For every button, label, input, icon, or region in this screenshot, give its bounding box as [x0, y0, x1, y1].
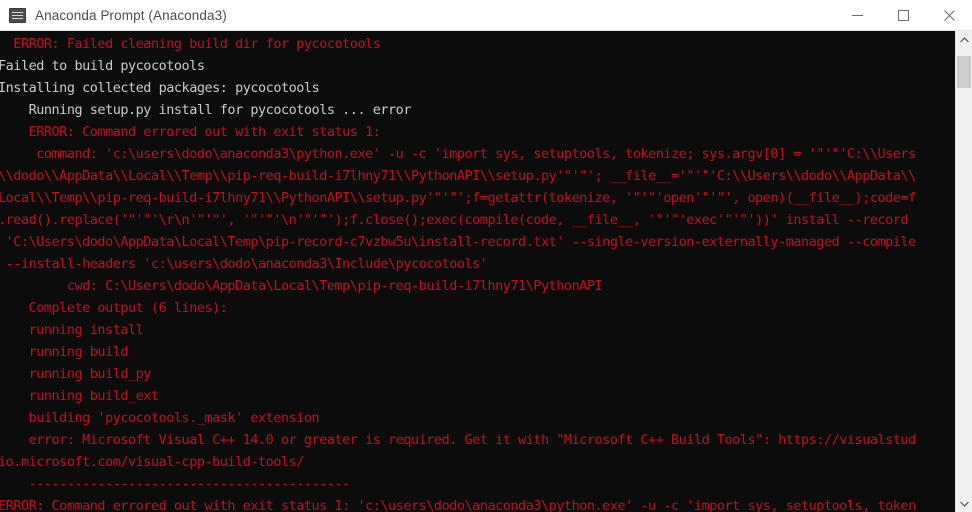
terminal-line: command: 'c:\users\dodo\anaconda3\python…	[0, 146, 916, 162]
terminal-line: ERROR: Command errored out with exit sta…	[0, 498, 916, 512]
minimize-icon	[851, 15, 863, 16]
title-bar: Anaconda Prompt (Anaconda3)	[0, 0, 972, 31]
vertical-scrollbar[interactable]	[955, 31, 972, 512]
close-icon	[943, 10, 955, 21]
terminal-line: Local\\Temp\\pip-req-build-i7lhny71\\Pyt…	[0, 190, 916, 206]
anaconda-prompt-window: Anaconda Prompt (Anaconda3) ERROR: Faile…	[0, 0, 972, 512]
close-button[interactable]	[926, 0, 972, 31]
title-bar-left: Anaconda Prompt (Anaconda3)	[0, 0, 227, 30]
terminal-line: ERROR: Command errored out with exit sta…	[0, 124, 381, 140]
scroll-up-button[interactable]	[956, 31, 972, 48]
window-controls	[834, 0, 972, 30]
console-icon	[9, 7, 26, 23]
terminal-line: \\dodo\\AppData\\Local\\Temp\\pip-req-bu…	[0, 168, 916, 184]
terminal-line: running build_ext	[0, 388, 160, 404]
terminal-line: running build	[0, 344, 129, 360]
terminal-line: building 'pycocotools._mask' extension	[0, 410, 320, 426]
console-area: ERROR: Failed cleaning build dir for pyc…	[0, 31, 972, 512]
scroll-down-arrow-icon	[959, 501, 969, 507]
terminal-output[interactable]: ERROR: Failed cleaning build dir for pyc…	[0, 31, 955, 512]
terminal-lines: ERROR: Failed cleaning build dir for pyc…	[0, 33, 955, 512]
terminal-line: .read().replace('"'"'\r\n'"'"', '"'"'\n'…	[0, 212, 909, 228]
maximize-button[interactable]	[880, 0, 926, 31]
terminal-line: cwd: C:\Users\dodo\AppData\Local\Temp\pi…	[0, 278, 603, 294]
window-title: Anaconda Prompt (Anaconda3)	[35, 7, 227, 23]
scroll-thumb[interactable]	[957, 56, 971, 88]
terminal-line: ----------------------------------------…	[0, 476, 351, 492]
scrollbar-track[interactable]	[956, 48, 972, 495]
maximize-icon	[897, 10, 909, 21]
terminal-line: 'C:\Users\dodo\AppData\Local\Temp\pip-re…	[0, 234, 917, 250]
terminal-line: io.microsoft.com/visual-cpp-build-tools/	[0, 454, 304, 470]
scroll-up-arrow-icon	[959, 36, 969, 42]
terminal-line: Failed to build pycocotools	[0, 58, 205, 74]
terminal-line: error: Microsoft Visual C++ 14.0 or grea…	[0, 432, 917, 448]
terminal-line: Running setup.py install for pycocotools…	[0, 102, 412, 118]
scroll-down-button[interactable]	[956, 495, 972, 512]
terminal-line: Installing collected packages: pycocotoo…	[0, 80, 320, 96]
terminal-line: Complete output (6 lines):	[0, 300, 228, 316]
terminal-line: running install	[0, 322, 144, 338]
terminal-line: --install-headers 'c:\users\dodo\anacond…	[0, 256, 488, 272]
minimize-button[interactable]	[834, 0, 880, 31]
terminal-line: running build_py	[0, 366, 152, 382]
terminal-line: ERROR: Failed cleaning build dir for pyc…	[0, 36, 381, 52]
